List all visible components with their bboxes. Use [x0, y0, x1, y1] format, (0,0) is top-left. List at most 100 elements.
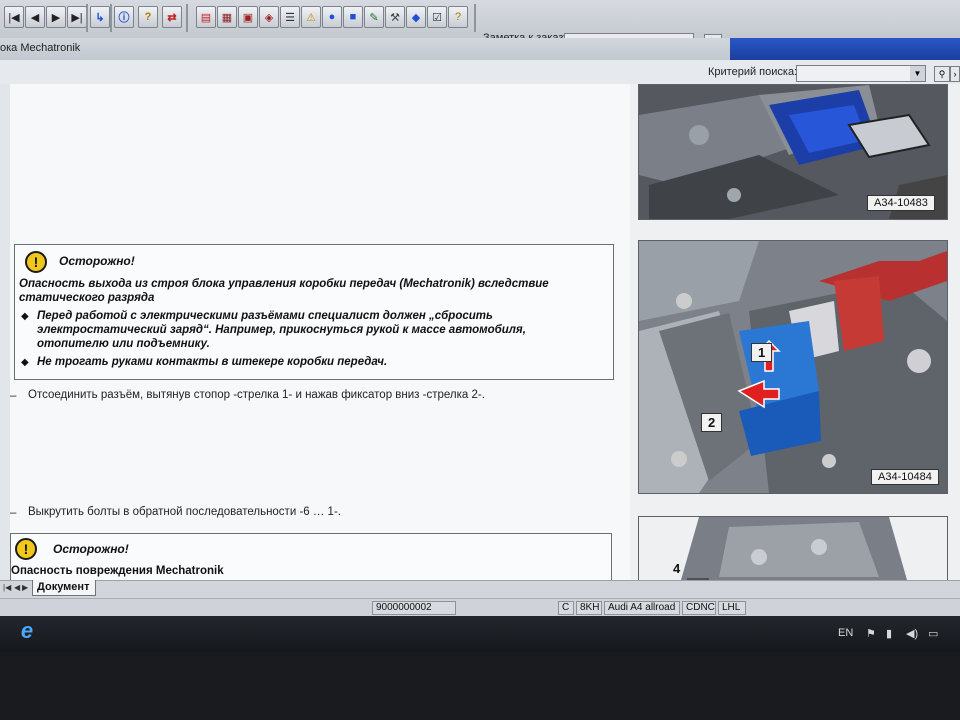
arrow-callout-1: 1 [751, 343, 773, 362]
flag-icon[interactable]: ⚑ [866, 627, 876, 640]
bullet-icon: ◆ [21, 357, 29, 368]
more-icon: › [953, 69, 957, 79]
taskbar [0, 616, 960, 652]
wrench-button[interactable]: ⚒ [385, 6, 405, 28]
status-field-gearbox: LHL [718, 601, 746, 615]
tab-prev-icon[interactable]: ◀ [14, 583, 20, 592]
internet-explorer-icon[interactable]: e [12, 617, 42, 647]
globe-button[interactable]: ● [322, 6, 342, 28]
warning-bullet-2: Не трогать руками контакты в штекере кор… [37, 356, 388, 368]
calc-button[interactable]: ▦ [217, 6, 237, 28]
caution-icon: ! [15, 538, 37, 560]
search-criteria-label: Критерий поиска: [708, 66, 798, 78]
car-icon: ◆ [411, 11, 421, 24]
tool-icon: ◈ [264, 11, 274, 24]
network-icon[interactable]: ▮ [886, 627, 892, 640]
status-field-code: 8KH [576, 601, 602, 615]
status-bar [0, 598, 960, 617]
info-button[interactable]: ⓘ [114, 6, 134, 28]
warning-title: Осторожно! [59, 254, 135, 268]
edit-icon: ✎ [369, 11, 379, 24]
caution-icon: ! [25, 251, 47, 273]
figure-a34-10483[interactable]: A34-10483 [638, 84, 948, 220]
check-icon: ☑ [432, 11, 442, 24]
tab-bar [0, 580, 960, 599]
chevron-down-icon[interactable]: ▼ [910, 66, 925, 81]
first-button[interactable]: |◀ [4, 6, 24, 28]
check-button[interactable]: ☑ [427, 6, 447, 28]
warning-button[interactable]: ⚠ [301, 6, 321, 28]
warning-icon: ⚠ [306, 11, 316, 24]
prev-label: ◀ [30, 11, 40, 24]
toolbar-separator [86, 4, 88, 32]
help-button[interactable]: ? [138, 6, 158, 28]
toolbar-separator [110, 4, 112, 32]
book-button[interactable]: ▣ [238, 6, 258, 28]
status-field-model: Audi A4 allroad [604, 601, 680, 615]
save-button[interactable]: ■ [343, 6, 363, 28]
figure-code: A34-10484 [871, 469, 939, 485]
document-view[interactable]: ! Осторожно! Опасность выхода из строя б… [10, 84, 630, 580]
toolbar: |◀ ◀ ▶ ▶| ↳ ⓘ ? ⇄ ▤ ▦ ▣ ◈ ☰ ⚠ ● ■ ✎ ⚒ ◆ … [0, 0, 960, 39]
bullet-icon: ◆ [21, 311, 29, 322]
car-button[interactable]: ◆ [406, 6, 426, 28]
status-field-type: C [558, 601, 574, 615]
next-button[interactable]: ▶ [46, 6, 66, 28]
help2-icon: ? [454, 11, 462, 23]
warning-box-damage: ! Осторожно! Опасность повреждения Mecha… [10, 533, 612, 580]
bookmark-button[interactable]: ↳ [90, 6, 110, 28]
volume-icon[interactable]: ◀) [906, 627, 918, 640]
tool-button[interactable]: ◈ [259, 6, 279, 28]
title-highlight [730, 38, 960, 60]
exchange-icon: ⇄ [167, 11, 177, 24]
tab-next-icon[interactable]: ▶ [22, 583, 28, 592]
book-icon: ▣ [242, 11, 254, 24]
bookmark-icon: ↳ [95, 11, 105, 24]
print-button[interactable]: ▤ [196, 6, 216, 28]
info-icon: ⓘ [118, 12, 130, 24]
last-button[interactable]: ▶| [67, 6, 87, 28]
search-options-button[interactable]: › [950, 66, 960, 82]
figure-image [639, 241, 947, 493]
calc-icon: ▦ [221, 11, 233, 24]
list-button[interactable]: ☰ [280, 6, 300, 28]
search-criteria-select[interactable]: ▼ [796, 65, 926, 82]
figure-image [639, 517, 947, 580]
search-icon: ⚲ [938, 69, 946, 79]
tab-document[interactable]: Документ [32, 580, 96, 596]
warning-text: Опасность повреждения Mechatronik [11, 565, 224, 577]
step-disconnect-connector: Отсоединить разъём, вытянув стопор -стре… [28, 389, 485, 401]
document-title: ока Mechatronik [0, 42, 81, 54]
step-dash: – [10, 507, 17, 519]
warning-title: Осторожно! [53, 542, 129, 556]
help2-button[interactable]: ? [448, 6, 468, 28]
tab-first-icon[interactable]: |◀ [3, 583, 11, 592]
next-label: ▶ [51, 11, 61, 24]
list-icon: ☰ [285, 11, 295, 24]
figure-a34-10484[interactable]: 1 2 A34-10484 [638, 240, 948, 494]
prev-button[interactable]: ◀ [25, 6, 45, 28]
warning-text: Опасность выхода из строя блока управлен… [19, 278, 549, 304]
bolt-callout-4: 4 [673, 561, 681, 576]
language-indicator[interactable]: EN [838, 627, 853, 639]
warning-box-static: ! Осторожно! Опасность выхода из строя б… [14, 244, 614, 380]
toolbar-separator [474, 4, 476, 32]
toolbar-separator [186, 4, 188, 32]
step-unscrew-bolts: Выкрутить болты в обратной последователь… [28, 506, 341, 518]
power-icon[interactable]: ▭ [928, 627, 938, 640]
figure-pane: A34-10483 1 2 A34-10484 4 [630, 84, 960, 580]
figure-bolts[interactable]: 4 [638, 516, 948, 580]
first-label: |◀ [8, 11, 20, 24]
application-window: |◀ ◀ ▶ ▶| ↳ ⓘ ? ⇄ ▤ ▦ ▣ ◈ ☰ ⚠ ● ■ ✎ ⚒ ◆ … [0, 0, 960, 652]
last-label: ▶| [71, 11, 83, 24]
status-field-engine: CDNC [682, 601, 716, 615]
figure-code: A34-10483 [867, 195, 935, 211]
edit-button[interactable]: ✎ [364, 6, 384, 28]
search-button[interactable]: ⚲ [934, 66, 950, 82]
monitor-bezel [370, 664, 590, 686]
warning-bullet-1: Перед работой с электрическими разъёмами… [37, 310, 526, 350]
globe-icon: ● [328, 11, 336, 23]
exchange-button[interactable]: ⇄ [162, 6, 182, 28]
wrench-icon: ⚒ [390, 11, 400, 24]
arrow-callout-2: 2 [701, 413, 723, 432]
